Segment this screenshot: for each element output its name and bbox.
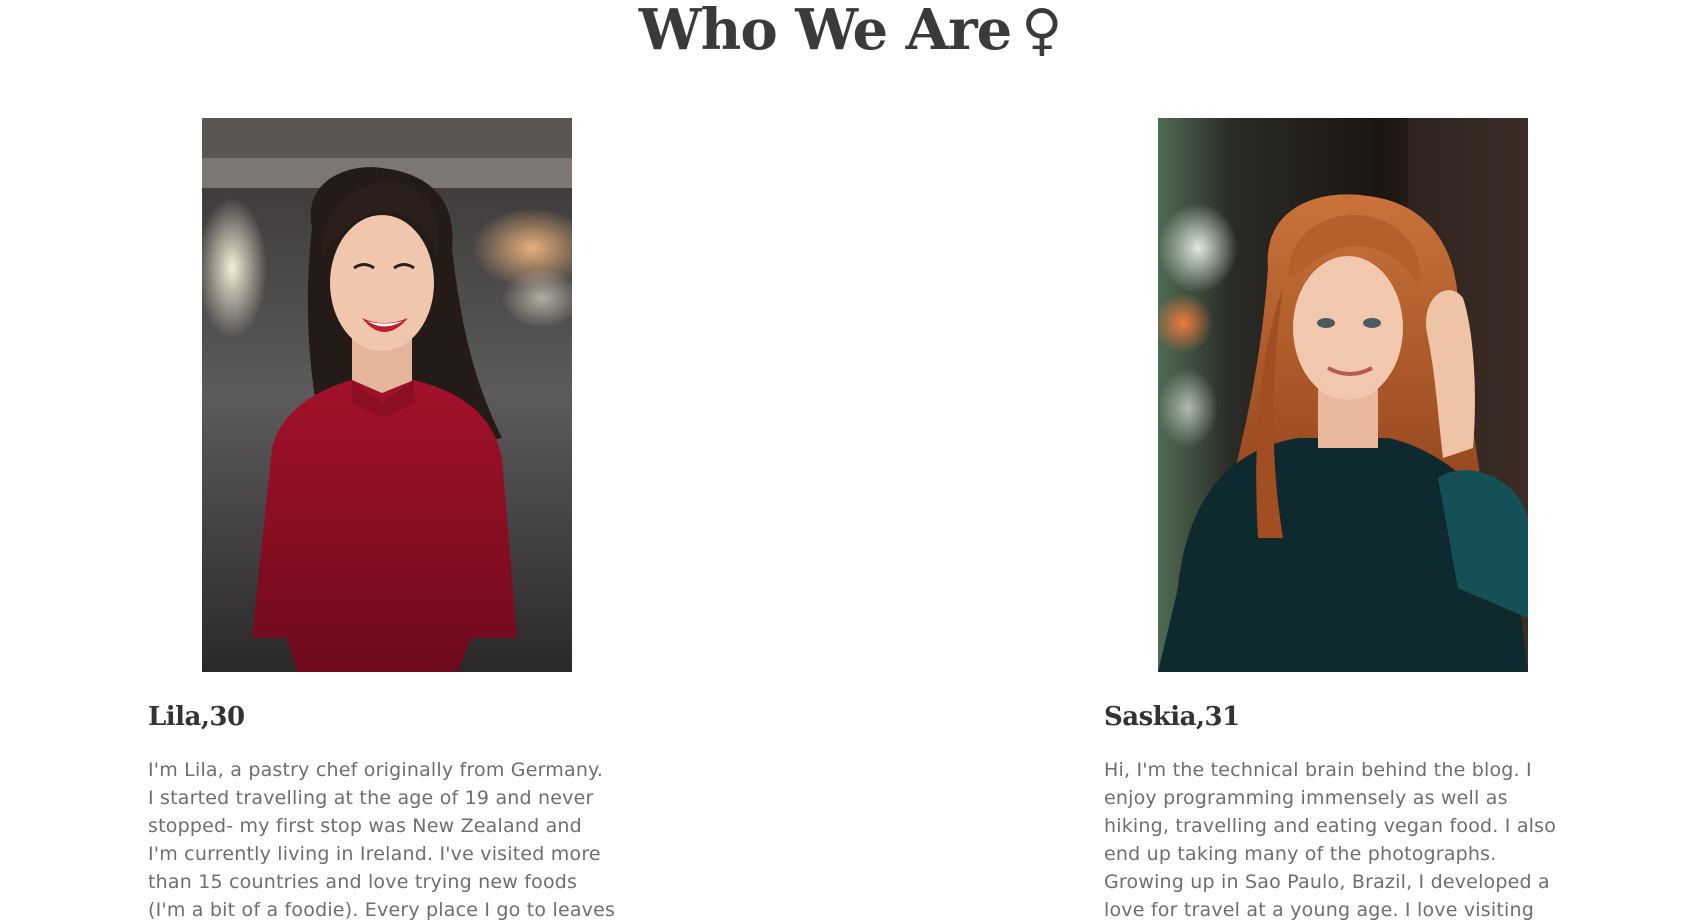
portrait-woman-red-hair-icon — [1158, 118, 1528, 672]
bio-line: love for travel at a young age. I love v… — [1104, 899, 1534, 920]
section-title: Who We Are ♀ — [0, 0, 1700, 60]
bio-line: enjoy programming immensely as well as — [1104, 787, 1508, 809]
profile-name-lila: Lila,30 — [148, 702, 245, 732]
bio-line: Hi, I'm the technical brain behind the b… — [1104, 759, 1532, 781]
portrait-woman-red-dress-icon — [202, 118, 572, 672]
female-symbol-icon: ♀ — [1021, 0, 1062, 63]
bio-line: I started travelling at the age of 19 an… — [148, 787, 594, 809]
profile-name-saskia: Saskia,31 — [1104, 702, 1240, 732]
bio-line: than 15 countries and love trying new fo… — [148, 871, 578, 893]
bio-line: hiking, travelling and eating vegan food… — [1104, 815, 1557, 837]
profile-bio-saskia: Hi, I'm the technical brain behind the b… — [1104, 756, 1584, 920]
profile-photo-lila — [202, 118, 572, 672]
profile-photo-saskia — [1158, 118, 1528, 672]
bio-line: end up taking many of the photographs. — [1104, 843, 1497, 865]
bio-line: (I'm a bit of a foodie). Every place I g… — [148, 899, 616, 920]
profile-bio-lila: I'm Lila, a pastry chef originally from … — [148, 756, 628, 920]
bio-line: stopped- my first stop was New Zealand a… — [148, 815, 582, 837]
bio-line: I'm Lila, a pastry chef originally from … — [148, 759, 604, 781]
bio-line: I'm currently living in Ireland. I've vi… — [148, 843, 601, 865]
section-title-text: Who We Are — [638, 0, 1012, 63]
bio-line: Growing up in Sao Paulo, Brazil, I devel… — [1104, 871, 1550, 893]
